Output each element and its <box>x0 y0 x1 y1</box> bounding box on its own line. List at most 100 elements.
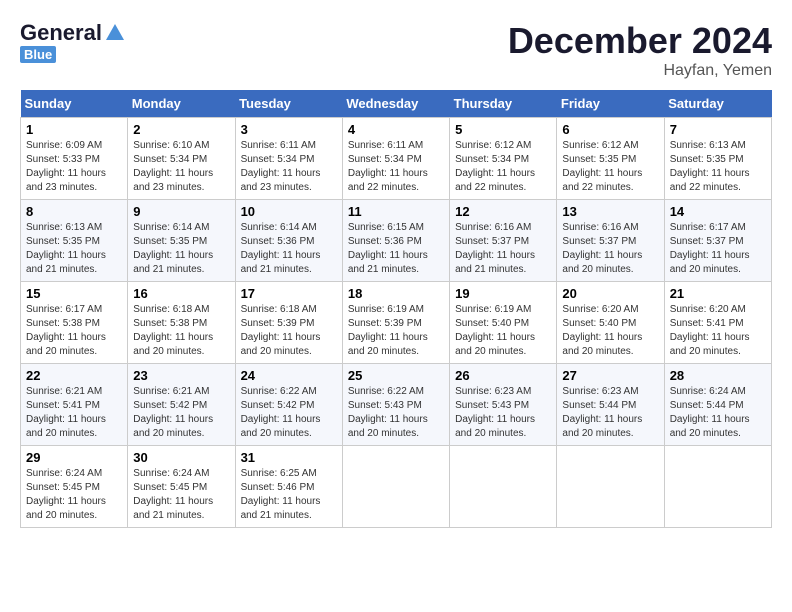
location-text: Hayfan, Yemen <box>508 62 772 80</box>
day-info: Sunrise: 6:22 AMSunset: 5:42 PMDaylight:… <box>241 385 337 441</box>
day-number: 1 <box>26 122 122 137</box>
weekday-header-thursday: Thursday <box>450 90 557 118</box>
day-info: Sunrise: 6:17 AMSunset: 5:37 PMDaylight:… <box>670 221 766 277</box>
day-number: 5 <box>455 122 551 137</box>
calendar-cell: 4 Sunrise: 6:11 AMSunset: 5:34 PMDayligh… <box>342 118 449 200</box>
day-info: Sunrise: 6:18 AMSunset: 5:38 PMDaylight:… <box>133 303 229 359</box>
calendar-cell: 12 Sunrise: 6:16 AMSunset: 5:37 PMDaylig… <box>450 200 557 282</box>
title-block: December 2024 Hayfan, Yemen <box>508 20 772 80</box>
day-number: 21 <box>670 286 766 301</box>
day-number: 31 <box>241 450 337 465</box>
day-number: 19 <box>455 286 551 301</box>
calendar-cell: 5 Sunrise: 6:12 AMSunset: 5:34 PMDayligh… <box>450 118 557 200</box>
calendar-cell: 1 Sunrise: 6:09 AMSunset: 5:33 PMDayligh… <box>21 118 128 200</box>
weekday-header-tuesday: Tuesday <box>235 90 342 118</box>
day-info: Sunrise: 6:23 AMSunset: 5:43 PMDaylight:… <box>455 385 551 441</box>
day-number: 7 <box>670 122 766 137</box>
day-number: 24 <box>241 368 337 383</box>
day-info: Sunrise: 6:23 AMSunset: 5:44 PMDaylight:… <box>562 385 658 441</box>
calendar-cell: 13 Sunrise: 6:16 AMSunset: 5:37 PMDaylig… <box>557 200 664 282</box>
day-number: 23 <box>133 368 229 383</box>
calendar-cell: 18 Sunrise: 6:19 AMSunset: 5:39 PMDaylig… <box>342 282 449 364</box>
day-number: 6 <box>562 122 658 137</box>
calendar-cell: 22 Sunrise: 6:21 AMSunset: 5:41 PMDaylig… <box>21 364 128 446</box>
day-number: 12 <box>455 204 551 219</box>
calendar-table: SundayMondayTuesdayWednesdayThursdayFrid… <box>20 90 772 528</box>
calendar-cell: 21 Sunrise: 6:20 AMSunset: 5:41 PMDaylig… <box>664 282 771 364</box>
calendar-week-1: 1 Sunrise: 6:09 AMSunset: 5:33 PMDayligh… <box>21 118 772 200</box>
calendar-week-3: 15 Sunrise: 6:17 AMSunset: 5:38 PMDaylig… <box>21 282 772 364</box>
day-number: 15 <box>26 286 122 301</box>
day-info: Sunrise: 6:21 AMSunset: 5:42 PMDaylight:… <box>133 385 229 441</box>
weekday-header-wednesday: Wednesday <box>342 90 449 118</box>
day-info: Sunrise: 6:11 AMSunset: 5:34 PMDaylight:… <box>348 139 444 195</box>
calendar-week-4: 22 Sunrise: 6:21 AMSunset: 5:41 PMDaylig… <box>21 364 772 446</box>
day-info: Sunrise: 6:15 AMSunset: 5:36 PMDaylight:… <box>348 221 444 277</box>
calendar-cell: 25 Sunrise: 6:22 AMSunset: 5:43 PMDaylig… <box>342 364 449 446</box>
day-info: Sunrise: 6:18 AMSunset: 5:39 PMDaylight:… <box>241 303 337 359</box>
calendar-cell <box>450 446 557 528</box>
calendar-cell: 20 Sunrise: 6:20 AMSunset: 5:40 PMDaylig… <box>557 282 664 364</box>
day-number: 18 <box>348 286 444 301</box>
day-number: 28 <box>670 368 766 383</box>
day-info: Sunrise: 6:21 AMSunset: 5:41 PMDaylight:… <box>26 385 122 441</box>
day-info: Sunrise: 6:20 AMSunset: 5:40 PMDaylight:… <box>562 303 658 359</box>
day-info: Sunrise: 6:25 AMSunset: 5:46 PMDaylight:… <box>241 467 337 523</box>
calendar-cell: 28 Sunrise: 6:24 AMSunset: 5:44 PMDaylig… <box>664 364 771 446</box>
day-info: Sunrise: 6:17 AMSunset: 5:38 PMDaylight:… <box>26 303 122 359</box>
calendar-cell: 2 Sunrise: 6:10 AMSunset: 5:34 PMDayligh… <box>128 118 235 200</box>
day-info: Sunrise: 6:19 AMSunset: 5:40 PMDaylight:… <box>455 303 551 359</box>
calendar-cell: 30 Sunrise: 6:24 AMSunset: 5:45 PMDaylig… <box>128 446 235 528</box>
logo-icon <box>104 22 126 44</box>
day-info: Sunrise: 6:24 AMSunset: 5:44 PMDaylight:… <box>670 385 766 441</box>
day-number: 29 <box>26 450 122 465</box>
calendar-cell: 23 Sunrise: 6:21 AMSunset: 5:42 PMDaylig… <box>128 364 235 446</box>
calendar-cell <box>664 446 771 528</box>
day-info: Sunrise: 6:20 AMSunset: 5:41 PMDaylight:… <box>670 303 766 359</box>
calendar-week-5: 29 Sunrise: 6:24 AMSunset: 5:45 PMDaylig… <box>21 446 772 528</box>
calendar-cell: 9 Sunrise: 6:14 AMSunset: 5:35 PMDayligh… <box>128 200 235 282</box>
day-number: 3 <box>241 122 337 137</box>
day-number: 22 <box>26 368 122 383</box>
calendar-cell: 15 Sunrise: 6:17 AMSunset: 5:38 PMDaylig… <box>21 282 128 364</box>
day-number: 11 <box>348 204 444 219</box>
calendar-cell: 7 Sunrise: 6:13 AMSunset: 5:35 PMDayligh… <box>664 118 771 200</box>
day-info: Sunrise: 6:19 AMSunset: 5:39 PMDaylight:… <box>348 303 444 359</box>
day-number: 17 <box>241 286 337 301</box>
calendar-cell: 3 Sunrise: 6:11 AMSunset: 5:34 PMDayligh… <box>235 118 342 200</box>
day-info: Sunrise: 6:12 AMSunset: 5:34 PMDaylight:… <box>455 139 551 195</box>
calendar-cell: 8 Sunrise: 6:13 AMSunset: 5:35 PMDayligh… <box>21 200 128 282</box>
calendar-cell: 19 Sunrise: 6:19 AMSunset: 5:40 PMDaylig… <box>450 282 557 364</box>
day-number: 10 <box>241 204 337 219</box>
day-info: Sunrise: 6:24 AMSunset: 5:45 PMDaylight:… <box>26 467 122 523</box>
logo-general-text: General <box>20 20 102 46</box>
day-info: Sunrise: 6:11 AMSunset: 5:34 PMDaylight:… <box>241 139 337 195</box>
calendar-cell: 11 Sunrise: 6:15 AMSunset: 5:36 PMDaylig… <box>342 200 449 282</box>
day-number: 26 <box>455 368 551 383</box>
day-number: 27 <box>562 368 658 383</box>
day-info: Sunrise: 6:22 AMSunset: 5:43 PMDaylight:… <box>348 385 444 441</box>
day-info: Sunrise: 6:10 AMSunset: 5:34 PMDaylight:… <box>133 139 229 195</box>
day-info: Sunrise: 6:16 AMSunset: 5:37 PMDaylight:… <box>562 221 658 277</box>
day-info: Sunrise: 6:12 AMSunset: 5:35 PMDaylight:… <box>562 139 658 195</box>
day-number: 16 <box>133 286 229 301</box>
day-info: Sunrise: 6:14 AMSunset: 5:35 PMDaylight:… <box>133 221 229 277</box>
calendar-cell <box>557 446 664 528</box>
day-number: 25 <box>348 368 444 383</box>
day-info: Sunrise: 6:16 AMSunset: 5:37 PMDaylight:… <box>455 221 551 277</box>
calendar-header-row: SundayMondayTuesdayWednesdayThursdayFrid… <box>21 90 772 118</box>
calendar-cell: 10 Sunrise: 6:14 AMSunset: 5:36 PMDaylig… <box>235 200 342 282</box>
day-number: 4 <box>348 122 444 137</box>
weekday-header-saturday: Saturday <box>664 90 771 118</box>
calendar-cell: 27 Sunrise: 6:23 AMSunset: 5:44 PMDaylig… <box>557 364 664 446</box>
month-title: December 2024 <box>508 20 772 62</box>
calendar-cell: 14 Sunrise: 6:17 AMSunset: 5:37 PMDaylig… <box>664 200 771 282</box>
day-info: Sunrise: 6:14 AMSunset: 5:36 PMDaylight:… <box>241 221 337 277</box>
calendar-cell: 16 Sunrise: 6:18 AMSunset: 5:38 PMDaylig… <box>128 282 235 364</box>
day-number: 20 <box>562 286 658 301</box>
day-number: 2 <box>133 122 229 137</box>
day-info: Sunrise: 6:24 AMSunset: 5:45 PMDaylight:… <box>133 467 229 523</box>
logo-blue-text: Blue <box>20 46 56 63</box>
calendar-cell: 31 Sunrise: 6:25 AMSunset: 5:46 PMDaylig… <box>235 446 342 528</box>
calendar-cell: 24 Sunrise: 6:22 AMSunset: 5:42 PMDaylig… <box>235 364 342 446</box>
